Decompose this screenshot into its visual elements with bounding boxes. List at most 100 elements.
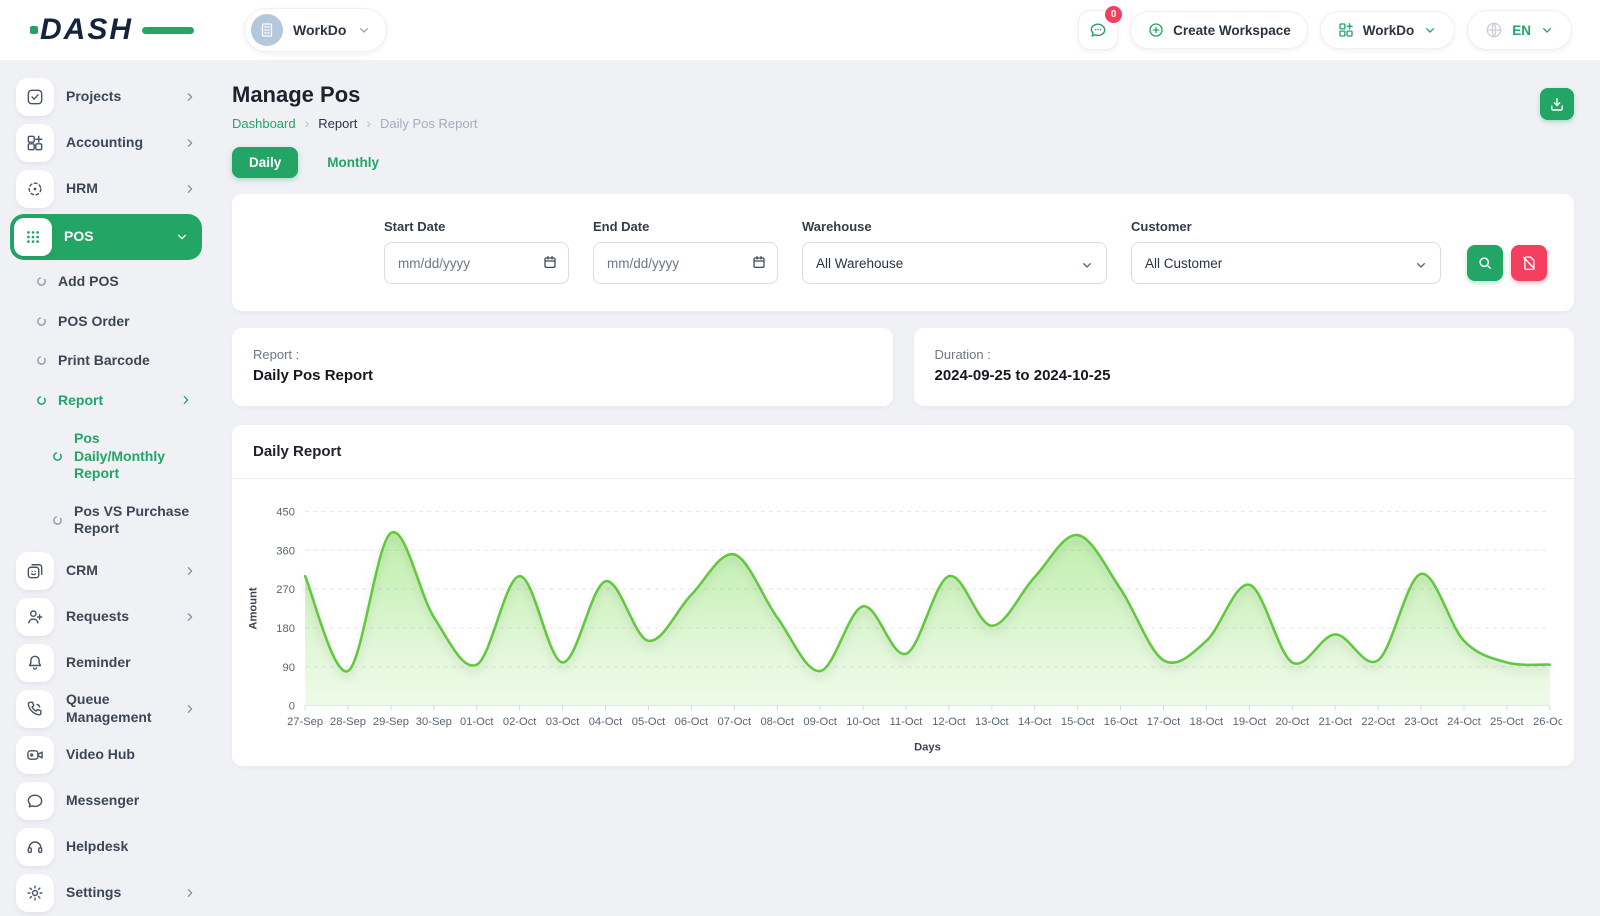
user-plus-icon: [16, 598, 54, 636]
sidebar-item-crm[interactable]: CRM: [16, 548, 198, 594]
end-date-input[interactable]: [593, 242, 778, 284]
sidebar-item-hrm[interactable]: HRM: [16, 166, 198, 212]
svg-text:02-Oct: 02-Oct: [503, 716, 537, 728]
sidebar-item-add-pos[interactable]: Add POS: [16, 262, 198, 302]
end-date-field: End Date: [593, 219, 778, 284]
start-date-field: Start Date: [384, 219, 569, 284]
sidebar-item-label: Pos Daily/Monthly Report: [74, 430, 194, 483]
breadcrumb-report[interactable]: Report: [318, 116, 357, 131]
filter-card: Start Date End Date Warehouse All Wareho…: [232, 194, 1574, 311]
sidebar-item-messenger[interactable]: Messenger: [16, 778, 198, 824]
messages-button[interactable]: 0: [1078, 10, 1118, 50]
sidebar-item-video-hub[interactable]: Video Hub: [16, 732, 198, 778]
chevron-right-icon: [182, 89, 198, 105]
sidebar-item-report[interactable]: Report: [16, 381, 198, 421]
sidebar-item-label: Reminder: [66, 654, 131, 672]
sidebar-item-label: CRM: [66, 562, 98, 580]
warehouse-field: Warehouse All Warehouse: [802, 219, 1107, 284]
chevron-right-icon: [182, 609, 198, 625]
chat-icon: [25, 791, 45, 811]
svg-text:17-Oct: 17-Oct: [1147, 716, 1181, 728]
chevron-right-icon: [182, 135, 198, 151]
chat-bubble-icon: [1088, 20, 1108, 40]
chevron-right-icon: [182, 181, 198, 197]
summary-cards: Report : Daily Pos Report Duration : 202…: [232, 328, 1574, 406]
customer-select[interactable]: All Customer: [1131, 242, 1441, 284]
clear-filter-button[interactable]: [1511, 245, 1547, 281]
svg-text:360: 360: [276, 545, 295, 557]
grid-add-icon: [1337, 21, 1355, 39]
customer-label: Customer: [1131, 219, 1441, 234]
filter-buttons: [1467, 245, 1547, 284]
sidebar-item-label: Pos VS Purchase Report: [74, 503, 194, 538]
report-type-tabs: Daily Monthly: [232, 147, 1574, 178]
svg-text:13-Oct: 13-Oct: [975, 716, 1009, 728]
sidebar-item-requests[interactable]: Requests: [16, 594, 198, 640]
page-title: Manage Pos: [232, 82, 478, 108]
workspace-switcher[interactable]: WorkDo: [244, 8, 387, 52]
workspace-name: WorkDo: [293, 22, 346, 38]
tab-monthly[interactable]: Monthly: [310, 147, 396, 178]
sidebar-item-pos-vs-purchase-report[interactable]: Pos VS Purchase Report: [16, 493, 198, 548]
svg-text:20-Oct: 20-Oct: [1276, 716, 1310, 728]
search-icon: [1476, 254, 1494, 272]
warehouse-select[interactable]: All Warehouse: [802, 242, 1107, 284]
sidebar-item-pos[interactable]: POS: [10, 214, 202, 260]
svg-text:27-Sep: 27-Sep: [287, 716, 323, 728]
sidebar-item-pos-order[interactable]: POS Order: [16, 302, 198, 342]
customer-field: Customer All Customer: [1131, 219, 1441, 284]
sidebar-item-print-barcode[interactable]: Print Barcode: [16, 341, 198, 381]
language-selector[interactable]: EN: [1467, 10, 1572, 50]
grid-plus-icon: [25, 133, 45, 153]
sidebar-item-label: Messenger: [66, 792, 139, 810]
start-date-input[interactable]: [384, 242, 569, 284]
sidebar-item-projects[interactable]: Projects: [16, 74, 198, 120]
app-header: DASH WorkDo 0 Create Workspace WorkDo EN: [0, 0, 1600, 60]
video-icon: [25, 745, 45, 765]
chevron-down-icon: [1079, 257, 1095, 273]
sidebar-item-accounting[interactable]: Accounting: [16, 120, 198, 166]
dots-grid-icon: [23, 227, 43, 247]
sidebar-item-queue-management[interactable]: Queue Management: [16, 686, 198, 732]
daily-report-card: Daily Report 09018027036045027-Sep28-Sep…: [232, 425, 1574, 766]
dash-logo[interactable]: DASH: [40, 13, 190, 47]
download-report-button[interactable]: [1540, 88, 1574, 120]
sidebar-item-pos-daily-monthly-report[interactable]: Pos Daily/Monthly Report: [16, 420, 198, 493]
tab-daily[interactable]: Daily: [232, 147, 298, 178]
workdo-menu-button[interactable]: WorkDo: [1320, 11, 1456, 49]
svg-text:01-Oct: 01-Oct: [460, 716, 494, 728]
breadcrumb-dashboard[interactable]: Dashboard: [232, 116, 296, 131]
circle-bullet-icon: [36, 395, 47, 406]
checkbox-icon: [16, 78, 54, 116]
svg-text:26-Oct: 26-Oct: [1533, 716, 1562, 728]
circle-bullet-icon: [36, 276, 47, 287]
sidebar-item-label: Queue Management: [66, 691, 182, 726]
duration-label: Duration :: [935, 347, 1554, 362]
sidebar-item-settings[interactable]: Settings: [16, 870, 198, 916]
svg-text:12-Oct: 12-Oct: [932, 716, 966, 728]
crm-icon: [16, 552, 54, 590]
create-workspace-button[interactable]: Create Workspace: [1130, 11, 1308, 49]
chevron-right-icon: [182, 885, 198, 901]
sidebar-item-label: Accounting: [66, 134, 143, 152]
hrm-icon: [16, 170, 54, 208]
sidebar-item-helpdesk[interactable]: Helpdesk: [16, 824, 198, 870]
dash-logo-text: DASH: [40, 13, 133, 46]
apply-filter-button[interactable]: [1467, 245, 1503, 281]
sidebar-item-reminder[interactable]: Reminder: [16, 640, 198, 686]
svg-text:0: 0: [289, 701, 295, 713]
warehouse-label: Warehouse: [802, 219, 1107, 234]
svg-text:90: 90: [282, 662, 294, 674]
svg-text:11-Oct: 11-Oct: [890, 716, 924, 728]
report-label: Report :: [253, 347, 872, 362]
chevron-right-icon: [182, 563, 198, 579]
building-icon: [258, 21, 276, 39]
svg-text:450: 450: [276, 506, 295, 518]
dash-logo-green-bar: [142, 27, 194, 34]
svg-text:09-Oct: 09-Oct: [803, 716, 837, 728]
sidebar-item-label: Settings: [66, 884, 121, 902]
svg-text:22-Oct: 22-Oct: [1361, 716, 1395, 728]
circle-bullet-icon: [52, 515, 63, 526]
end-date-label: End Date: [593, 219, 778, 234]
chevron-down-icon: [174, 229, 190, 245]
